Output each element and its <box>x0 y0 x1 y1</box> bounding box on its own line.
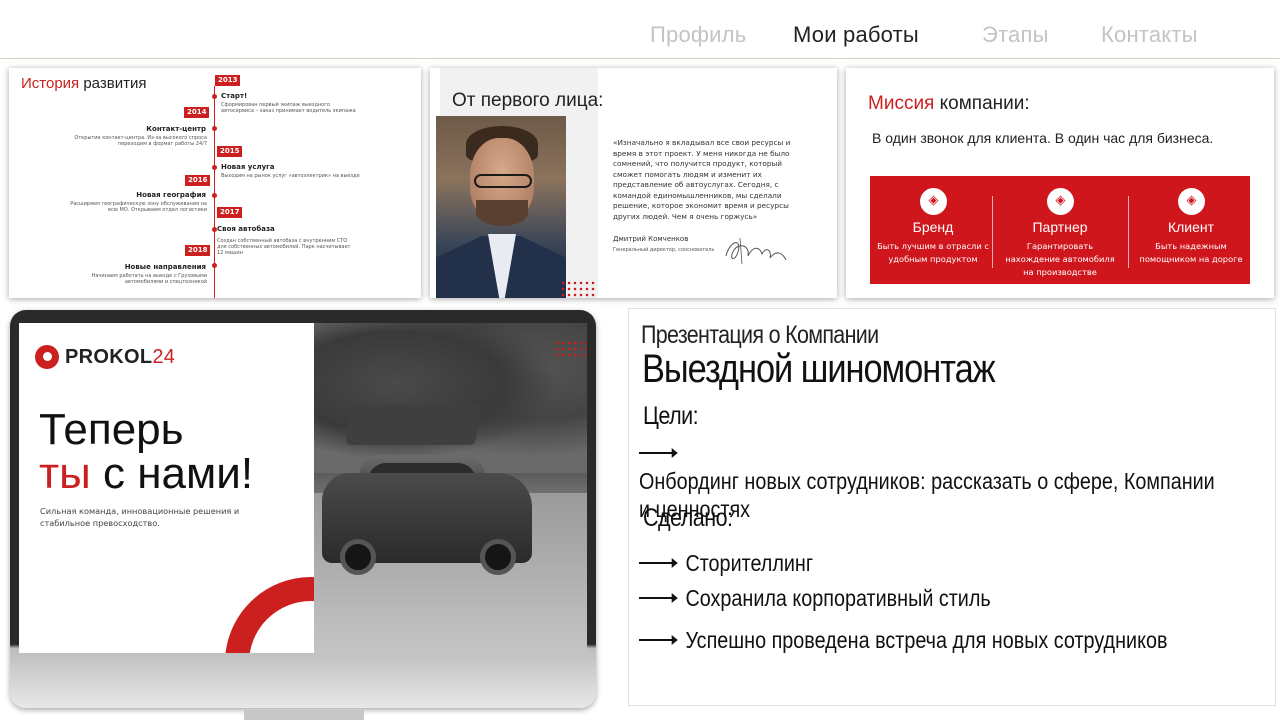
timeline-dot <box>212 193 217 198</box>
done-item: Сторителлинг <box>639 549 1224 577</box>
cover-slide[interactable]: PROKOL24 Теперь ты с нами! Сильная коман… <box>19 323 587 653</box>
ceo-photo <box>436 116 566 298</box>
timeline-event-title: Контакт-центр <box>146 125 206 133</box>
timeline-year: 2014 <box>184 107 210 118</box>
timeline-event-title: Своя автобаза <box>217 225 275 233</box>
timeline-event-desc: Сформирован первый экипаж выездного авто… <box>221 102 356 114</box>
dots-pattern <box>554 340 587 358</box>
timeline-dot <box>212 94 217 99</box>
mission-heading: Миссия компании: <box>868 93 1030 114</box>
hero-title-line1: Теперь <box>39 405 184 454</box>
diamond-icon: ◈ <box>920 188 947 215</box>
nav-item-stages[interactable]: Этапы <box>982 22 1049 48</box>
arrow-right-icon <box>639 447 678 458</box>
beard-shape <box>476 200 528 226</box>
timeline-dot <box>212 165 217 170</box>
trees-shape <box>314 323 587 473</box>
timeline-event-desc: Начинаем работать на выезде с Грузовыми … <box>91 273 207 285</box>
timeline-event-title: Новая география <box>136 191 206 199</box>
mission-column-partner: ◈ Партнер Гарантировать нахождение автом… <box>997 176 1123 284</box>
done-item: Сохранила корпоративный стиль <box>639 584 1224 612</box>
presentation-label: Презентация о Компании <box>641 321 879 349</box>
timeline-event-desc: Расширяем географическую зону обслуживан… <box>70 201 207 213</box>
author-role: Генеральный директор, сооснователь <box>613 247 715 253</box>
timeline-event-title: Новая услуга <box>221 163 275 171</box>
timeline-year: 2018 <box>185 245 211 256</box>
logo-pin-icon <box>35 345 59 369</box>
mission-column-title: Партнер <box>1032 219 1088 235</box>
project-description: Презентация о Компании Выездной шиномонт… <box>628 308 1276 706</box>
done-item: Успешно проведена встреча для новых сотр… <box>639 626 1224 654</box>
car-photo <box>314 323 587 653</box>
diamond-icon: ◈ <box>1178 188 1205 215</box>
car-hood-shape <box>345 405 481 445</box>
quote-heading: От первого лица: <box>452 90 604 111</box>
mission-column-title: Бренд <box>912 219 954 235</box>
top-nav: Профиль Мои работы Этапы Контакты <box>0 0 1280 59</box>
mission-column-client: ◈ Клиент Быть надежным помощником на дор… <box>1128 176 1254 284</box>
done-label: Сделано: <box>643 504 733 532</box>
mission-column-desc: Быть надежным помощником на дороге <box>1139 241 1243 264</box>
timeline-event-desc: Выходим на рынок услуг «автоэлектрик» на… <box>221 173 360 179</box>
timeline-event-title: Старт! <box>221 92 248 100</box>
nav-item-contacts[interactable]: Контакты <box>1101 22 1198 48</box>
arrow-right-icon <box>639 557 678 568</box>
glasses-shape <box>474 174 532 188</box>
timeline-year: 2015 <box>217 146 243 157</box>
mission-column-desc: Быть лучшим в отрасли с удобным продукто… <box>877 241 989 264</box>
author-name: Дмитрий Комченков <box>613 235 689 243</box>
arrow-right-icon <box>639 634 678 645</box>
timeline-year: 2016 <box>185 175 211 186</box>
mission-column-title: Клиент <box>1167 219 1215 235</box>
diamond-icon: ◈ <box>1047 188 1074 215</box>
timeline-event-desc: Создан собственный автобаза с внутренним… <box>217 238 351 256</box>
arrow-right-icon <box>639 592 678 603</box>
history-title: История развития <box>21 75 147 92</box>
timeline-dot <box>212 126 217 131</box>
mission-band: ◈ Бренд Быть лучшим в отрасли с удобным … <box>870 176 1250 284</box>
mission-slide[interactable]: Миссия компании: В один звонок для клиен… <box>846 68 1274 298</box>
history-slide[interactable]: История развития 2013 Старт! Сформирован… <box>9 68 421 298</box>
nav-item-my-works[interactable]: Мои работы <box>793 22 919 48</box>
divider <box>992 196 993 268</box>
quote-slide[interactable]: От первого лица: «Изначально я вкладывал… <box>430 68 837 298</box>
quote-text: «Изначально я вкладывал все свои ресурсы… <box>613 138 791 221</box>
monitor-mockup: PROKOL24 Теперь ты с нами! Сильная коман… <box>10 310 596 708</box>
mission-text: В один звонок для клиента. В один час дл… <box>872 130 1214 146</box>
mission-column-brand: ◈ Бренд Быть лучшим в отрасли с удобным … <box>870 176 996 284</box>
timeline-dot <box>212 263 217 268</box>
signature-icon <box>725 237 787 265</box>
timeline-year: 2017 <box>217 207 243 218</box>
mission-column-desc: Гарантировать нахождение автомобиля на п… <box>1005 241 1115 277</box>
dots-pattern <box>560 280 596 298</box>
timeline-event-title: Новые направления <box>124 263 206 271</box>
car-wheel-shape <box>340 539 376 575</box>
monitor-stand <box>244 710 364 720</box>
project-title: Выездной шиномонтаж <box>642 347 996 391</box>
car-wheel-shape <box>480 539 516 575</box>
nav-item-profile[interactable]: Профиль <box>650 22 746 48</box>
timeline-event-desc: Открытие контакт-центра. Из-за высокого … <box>74 135 207 147</box>
goals-label: Цели: <box>643 402 699 430</box>
timeline-year: 2013 <box>215 75 241 86</box>
hero-subtitle: Сильная команда, инновационные решения и… <box>40 506 240 528</box>
hero-title-line2: ты с нами! <box>39 449 254 498</box>
